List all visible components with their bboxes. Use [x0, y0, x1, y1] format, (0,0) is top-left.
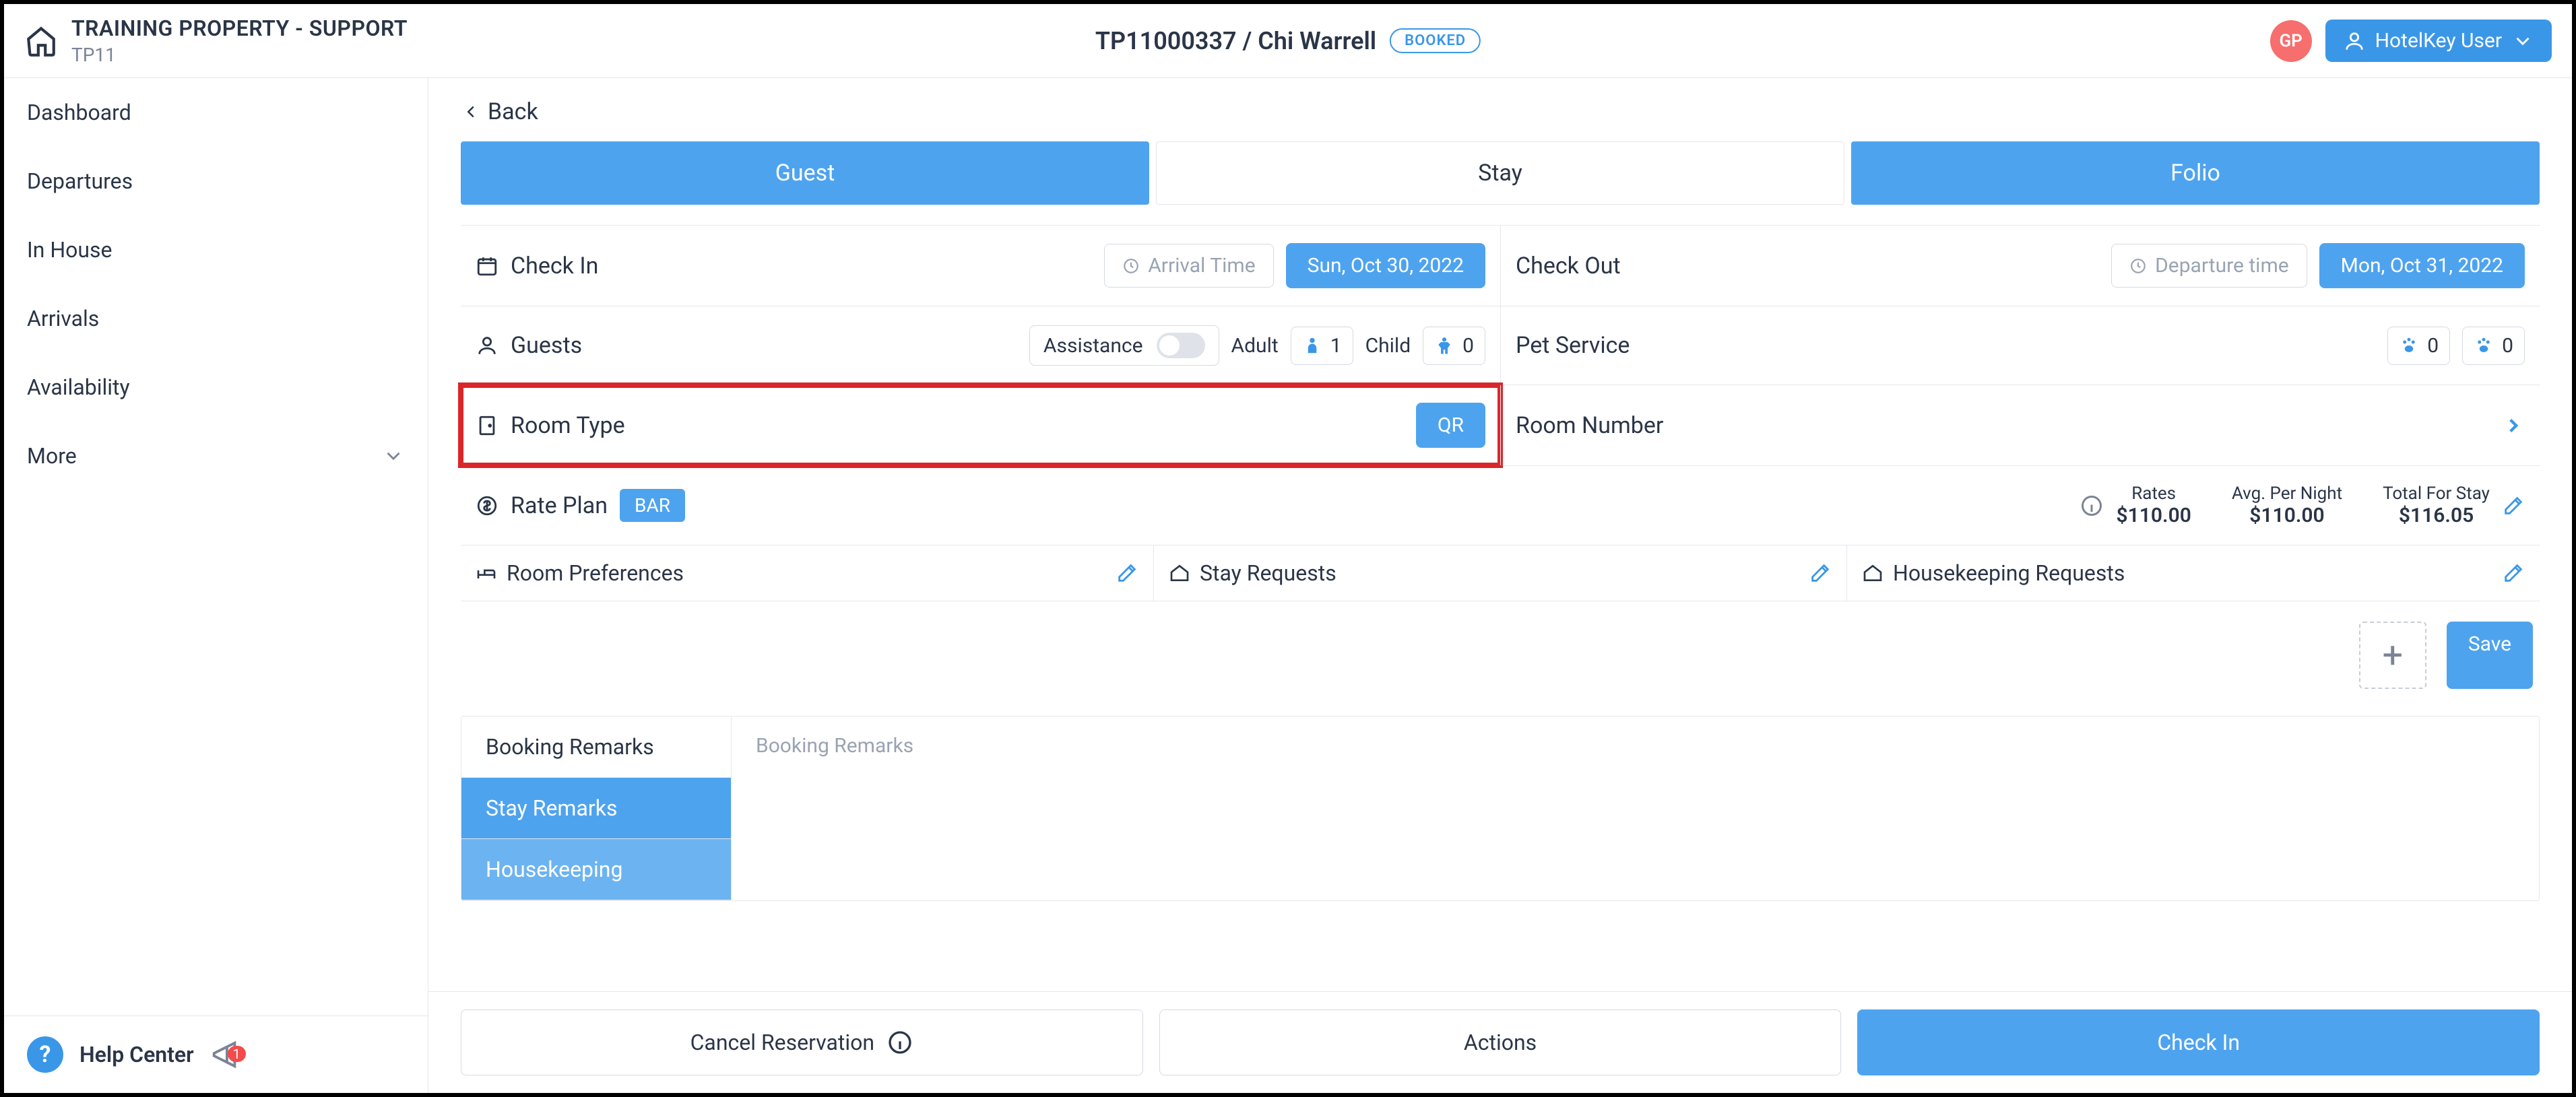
sidebar-item-arrivals[interactable]: Arrivals [4, 284, 428, 353]
actions-button[interactable]: Actions [1159, 1009, 1842, 1075]
child-count[interactable]: 0 [1423, 327, 1485, 365]
add-button[interactable]: + [2359, 622, 2426, 689]
sidebar-item-label: Availability [27, 374, 130, 400]
property-name: TRAINING PROPERTY - SUPPORT [71, 15, 408, 41]
sidebar-item-label: Departures [27, 168, 133, 194]
remarks-tab-housekeeping[interactable]: Housekeeping [461, 839, 731, 900]
help-icon[interactable]: ? [27, 1036, 63, 1073]
sidebar-item-dashboard[interactable]: Dashboard [4, 78, 428, 147]
checkin-button[interactable]: Check In [1857, 1009, 2540, 1075]
reservation-title: TP11000337 / Chi Warrell [1095, 27, 1376, 55]
guests-label: Guests [476, 332, 582, 359]
child-label: Child [1365, 334, 1411, 358]
housekeeping-requests-label: Housekeeping Requests [1893, 560, 2125, 586]
paw-icon [2399, 335, 2419, 356]
cancel-label: Cancel Reservation [690, 1030, 874, 1055]
checkout-date-button[interactable]: Mon, Oct 31, 2022 [2319, 243, 2525, 288]
user-icon [2343, 30, 2366, 53]
remarks-textarea[interactable]: Booking Remarks [731, 717, 2539, 900]
checkout-label: Check Out [1516, 253, 1621, 279]
checkin-date-button[interactable]: Sun, Oct 30, 2022 [1286, 243, 1485, 288]
property-code: TP11 [71, 44, 408, 66]
assistance-label: Assistance [1043, 334, 1143, 358]
pet-count-1[interactable]: 0 [2387, 327, 2450, 365]
stay-requests-section[interactable]: Stay Requests [1154, 545, 1847, 601]
pet-service-label: Pet Service [1516, 332, 1630, 359]
rates-col: Rates$110.00 [2116, 484, 2191, 527]
child-icon [1434, 335, 1454, 356]
avg-night-col: Avg. Per Night$110.00 [2232, 484, 2342, 527]
person-icon [476, 334, 498, 357]
info-icon [887, 1029, 913, 1056]
chevron-right-icon [2502, 414, 2525, 437]
adult-count[interactable]: 1 [1291, 327, 1353, 365]
checkin-label: Check In [476, 253, 598, 279]
stay-requests-label: Stay Requests [1200, 560, 1337, 586]
sidebar-item-more[interactable]: More [4, 422, 428, 490]
remarks-tab-stay[interactable]: Stay Remarks [461, 778, 731, 839]
back-label: Back [488, 98, 538, 125]
edit-icon[interactable] [1809, 562, 1832, 585]
sidebar-item-label: In House [27, 237, 112, 263]
room-preferences-label: Room Preferences [507, 560, 684, 586]
room-type-label: Room Type [476, 412, 625, 439]
clock-icon [1122, 257, 1140, 275]
tab-folio[interactable]: Folio [1851, 141, 2540, 205]
room-type-cell[interactable]: Room Type QR [461, 385, 1500, 465]
chevron-down-icon [382, 444, 405, 467]
edit-icon[interactable] [2502, 562, 2525, 585]
adult-label: Adult [1231, 334, 1279, 358]
edit-icon[interactable] [1116, 562, 1138, 585]
clock-icon [2129, 257, 2147, 275]
total-stay-col: Total For Stay$116.05 [2383, 484, 2490, 527]
sidebar-item-label: Dashboard [27, 100, 131, 125]
chevron-down-icon [2511, 30, 2534, 53]
paw-icon [2474, 335, 2494, 356]
assistance-toggle[interactable]: Assistance [1029, 325, 1219, 366]
info-icon[interactable] [2080, 494, 2104, 518]
remarks-tab-booking[interactable]: Booking Remarks [461, 717, 731, 778]
room-preferences-section[interactable]: Room Preferences [461, 545, 1154, 601]
house-icon [1862, 562, 1883, 584]
room-number-cell[interactable]: Room Number [1500, 385, 2540, 465]
user-label: HotelKey User [2375, 29, 2502, 53]
notifications-badge: 1 [228, 1046, 246, 1062]
help-center-link[interactable]: Help Center [79, 1042, 194, 1067]
housekeeping-requests-section[interactable]: Housekeeping Requests [1847, 545, 2540, 601]
bed-icon [476, 562, 497, 584]
departure-time-input[interactable]: Departure time [2111, 244, 2307, 288]
user-menu-button[interactable]: HotelKey User [2325, 20, 2552, 62]
sidebar-item-inhouse[interactable]: In House [4, 215, 428, 284]
sidebar-item-label: More [27, 443, 77, 469]
house-icon [1169, 562, 1190, 584]
cancel-reservation-button[interactable]: Cancel Reservation [461, 1009, 1143, 1075]
calendar-icon [476, 255, 498, 277]
rate-plan-chip[interactable]: BAR [620, 489, 685, 522]
home-icon[interactable] [24, 24, 58, 58]
edit-rates-button[interactable] [2502, 494, 2525, 517]
adult-icon [1302, 335, 1322, 356]
avatar[interactable]: GP [2270, 20, 2312, 62]
tab-guest[interactable]: Guest [461, 141, 1149, 205]
back-button[interactable]: Back [461, 98, 2540, 125]
pet-count-2[interactable]: 0 [2462, 327, 2525, 365]
tab-stay[interactable]: Stay [1156, 141, 1844, 205]
status-badge: BOOKED [1390, 28, 1481, 53]
sidebar-item-departures[interactable]: Departures [4, 147, 428, 215]
switch-icon [1157, 333, 1205, 358]
room-type-value-button[interactable]: QR [1416, 403, 1485, 448]
save-button[interactable]: Save [2447, 622, 2533, 689]
arrival-time-input[interactable]: Arrival Time [1104, 244, 1273, 288]
door-icon [476, 414, 498, 437]
arrow-left-icon [461, 102, 481, 122]
rate-plan-label: Rate Plan [476, 492, 608, 519]
sidebar-item-label: Arrivals [27, 306, 99, 331]
room-number-label: Room Number [1516, 412, 1663, 439]
sidebar-item-availability[interactable]: Availability [4, 353, 428, 422]
notifications-button[interactable]: 1 [210, 1039, 241, 1070]
dollar-icon [476, 494, 498, 517]
